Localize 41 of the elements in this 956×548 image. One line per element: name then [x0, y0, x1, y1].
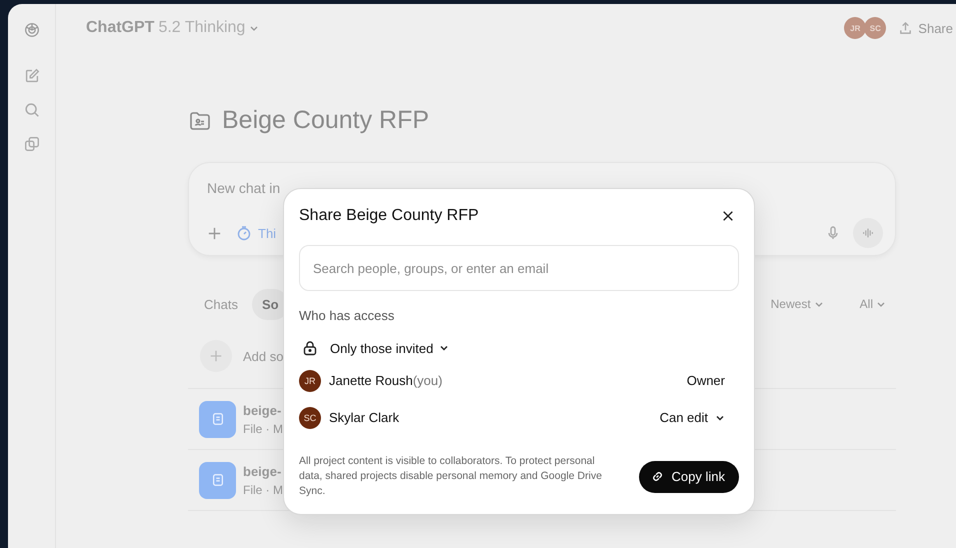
- add-label[interactable]: Add so: [243, 348, 284, 364]
- info-note: All project content is visible to collaborators. To protect personal data, shared projects disable personal memory and Google Drive Sync.: [299, 454, 603, 499]
- role-label: Owner: [686, 373, 725, 388]
- file-name[interactable]: beige-: [243, 464, 283, 478]
- share-button[interactable]: Share: [898, 20, 953, 36]
- search-icon[interactable]: [22, 101, 40, 119]
- library-icon[interactable]: [22, 135, 40, 153]
- copy-link-button[interactable]: Copy link: [638, 460, 739, 492]
- project-title: Beige County RFP: [222, 106, 430, 135]
- plus-icon[interactable]: [207, 226, 222, 240]
- filter-dropdown[interactable]: Newest: [770, 297, 824, 311]
- file-name[interactable]: beige-: [243, 402, 283, 418]
- file-icon: [199, 462, 236, 498]
- close-icon[interactable]: [722, 210, 734, 222]
- role-dropdown[interactable]: Can edit: [660, 410, 725, 425]
- voice-button[interactable]: [853, 218, 883, 248]
- caret-icon: [439, 343, 450, 353]
- plus-icon: [209, 349, 223, 363]
- model-selector[interactable]: ChatGPT 5.2 Thinking: [86, 19, 260, 37]
- avatar: SC: [864, 17, 886, 39]
- file-meta: File · M: [243, 482, 283, 496]
- avatar: JR: [844, 17, 866, 39]
- section-label: Who has access: [299, 308, 396, 323]
- upload-icon: [898, 20, 914, 36]
- file-icon: [199, 400, 236, 438]
- add-button[interactable]: [200, 340, 232, 372]
- avatar: SC: [299, 406, 321, 428]
- access-dropdown[interactable]: Only those invited: [330, 340, 450, 356]
- dialog-title: Share Beige County RFP: [299, 207, 479, 225]
- file-meta: File · M: [243, 422, 283, 436]
- waveform-icon: [861, 226, 875, 240]
- mode-label[interactable]: Thi: [258, 226, 276, 240]
- member-name: Skylar Clark: [329, 410, 400, 425]
- search-field[interactable]: Search people, groups, or enter an email: [299, 245, 739, 291]
- tab[interactable]: Chats: [194, 288, 248, 320]
- timer-icon: [236, 225, 252, 241]
- lock-icon: [302, 340, 318, 356]
- avatar: JR: [299, 370, 321, 392]
- member-name: Janette Roush(you): [329, 373, 442, 388]
- composer-placeholder: New chat in: [207, 180, 282, 196]
- filter-dropdown[interactable]: All: [860, 297, 886, 311]
